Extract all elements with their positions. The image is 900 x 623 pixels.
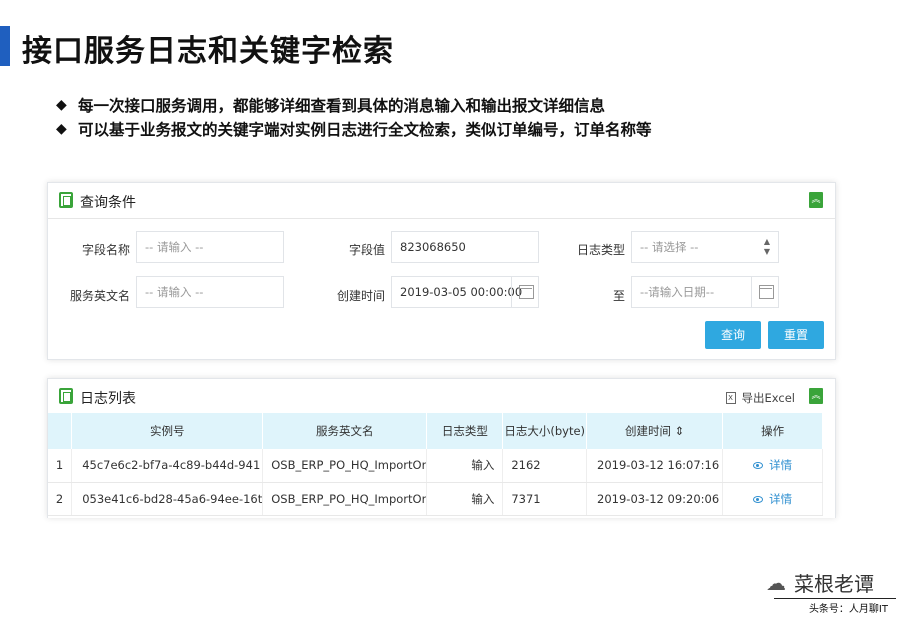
- watermark: ☁ 菜根老谭: [766, 568, 874, 597]
- select-arrows-icon: ▲ ▼: [763, 237, 770, 256]
- log-list-panel: 日志列表 X 导出Excel ︽ 实例号 服务英文名 日志类型 日志大小(byt…: [47, 378, 836, 518]
- reset-button[interactable]: 重置: [768, 321, 824, 349]
- instance-id-cell: 053e41c6-bd28-45a6-94ee-16t: [71, 482, 264, 516]
- diamond-bullet-icon: ◆: [56, 121, 67, 137]
- wechat-icon: ☁: [766, 570, 786, 595]
- create-time-cell: 2019-03-12 09:20:06: [586, 482, 724, 516]
- row-index: 2: [48, 482, 73, 516]
- column-header-time[interactable]: 创建时间 ⇕: [586, 413, 724, 449]
- table-row: 2 053e41c6-bd28-45a6-94ee-16t OSB_ERP_PO…: [48, 482, 823, 516]
- double-chevron-up-icon[interactable]: ︽: [809, 388, 823, 404]
- create-time-label: 创建时间: [336, 289, 385, 303]
- log-type-select[interactable]: -- 请选择 -- ▲ ▼: [631, 231, 779, 263]
- slide-title: 接口服务日志和关键字检索: [22, 34, 394, 69]
- detail-link-label: 详情: [769, 491, 793, 506]
- export-excel-label: 导出Excel: [741, 391, 795, 405]
- bullet-item: ◆ 每一次接口服务调用，都能够详细查看到具体的消息输入和输出报文详细信息: [56, 93, 652, 117]
- watermark-name: 菜根老谭: [794, 572, 874, 596]
- column-header-instance[interactable]: 实例号: [71, 413, 264, 449]
- panel-icon: [59, 192, 73, 208]
- eye-icon: [753, 495, 764, 503]
- detail-link[interactable]: 详情: [722, 482, 823, 516]
- to-label: 至: [612, 289, 625, 303]
- excel-icon: X: [725, 392, 736, 404]
- calendar-icon[interactable]: [751, 277, 778, 307]
- create-time-value: 2019-03-05 00:00:00: [400, 285, 523, 299]
- bullet-item: ◆ 可以基于业务报文的关键字端对实例日志进行全文检索，类似订单编号，订单名称等: [56, 117, 652, 141]
- bullet-text: 可以基于业务报文的关键字端对实例日志进行全文检索，类似订单编号，订单名称等: [78, 121, 652, 139]
- log-panel-title: 日志列表: [80, 391, 136, 407]
- log-type-cell: 输入: [426, 449, 504, 483]
- end-date-input[interactable]: --请输入日期--: [631, 276, 779, 308]
- create-time-input[interactable]: 2019-03-05 00:00:00: [391, 276, 539, 308]
- instance-id-cell: 45c7e6c2-bf7a-4c89-b44d-941: [71, 449, 264, 483]
- query-panel-header: 查询条件 ︽: [48, 183, 835, 219]
- double-chevron-up-icon[interactable]: ︽: [809, 192, 823, 208]
- panel-icon: [59, 388, 73, 404]
- log-type-label: 日志类型: [576, 243, 625, 257]
- service-name-label: 服务英文名: [69, 289, 130, 303]
- field-name-input[interactable]: -- 请输入 --: [136, 231, 284, 263]
- diamond-bullet-icon: ◆: [56, 97, 67, 113]
- eye-icon: [753, 462, 764, 470]
- log-size-cell: 2162: [502, 449, 588, 483]
- service-name-input[interactable]: -- 请输入 --: [136, 276, 284, 308]
- field-value-input[interactable]: 823068650: [391, 231, 539, 263]
- log-type-placeholder: -- 请选择 --: [640, 240, 699, 254]
- service-name-cell: OSB_ERP_PO_HQ_ImportOr: [262, 482, 428, 516]
- bullet-list: ◆ 每一次接口服务调用，都能够详细查看到具体的消息输入和输出报文详细信息 ◆ 可…: [56, 93, 652, 141]
- export-excel-button[interactable]: X 导出Excel: [725, 390, 795, 406]
- bullet-text: 每一次接口服务调用，都能够详细查看到具体的消息输入和输出报文详细信息: [78, 97, 606, 115]
- search-button[interactable]: 查询: [705, 321, 761, 349]
- column-header-type[interactable]: 日志类型: [426, 413, 504, 449]
- table-header-row: 实例号 服务英文名 日志类型 日志大小(byte) 创建时间 ⇕ 操作: [48, 413, 823, 449]
- log-type-cell: 输入: [426, 482, 504, 516]
- create-time-cell: 2019-03-12 16:07:16: [586, 449, 724, 483]
- watermark-subtitle: 头条号：人月聊IT: [808, 604, 888, 615]
- column-header-service[interactable]: 服务英文名: [262, 413, 428, 449]
- service-name-cell: OSB_ERP_PO_HQ_ImportOr: [262, 449, 428, 483]
- log-table: 实例号 服务英文名 日志类型 日志大小(byte) 创建时间 ⇕ 操作 1 45…: [48, 413, 823, 516]
- query-panel: 查询条件 ︽ 字段名称 -- 请输入 -- 字段值 823068650 日志类型…: [47, 182, 836, 360]
- column-header-action: 操作: [722, 413, 823, 449]
- log-panel-header: 日志列表 X 导出Excel ︽: [48, 379, 835, 415]
- row-index: 1: [48, 449, 73, 483]
- title-accent-bar: [0, 26, 10, 66]
- end-date-placeholder: --请输入日期--: [640, 285, 715, 299]
- field-value-label: 字段值: [348, 243, 385, 257]
- detail-link[interactable]: 详情: [722, 449, 823, 483]
- detail-link-label: 详情: [769, 458, 793, 473]
- column-header-index: [48, 413, 73, 449]
- table-row: 1 45c7e6c2-bf7a-4c89-b44d-941 OSB_ERP_PO…: [48, 449, 823, 483]
- query-panel-title: 查询条件: [80, 195, 136, 211]
- log-size-cell: 7371: [502, 482, 588, 516]
- calendar-icon[interactable]: [511, 277, 538, 307]
- watermark-divider: [774, 598, 896, 599]
- column-header-size[interactable]: 日志大小(byte): [502, 413, 588, 449]
- field-name-label: 字段名称: [81, 243, 130, 257]
